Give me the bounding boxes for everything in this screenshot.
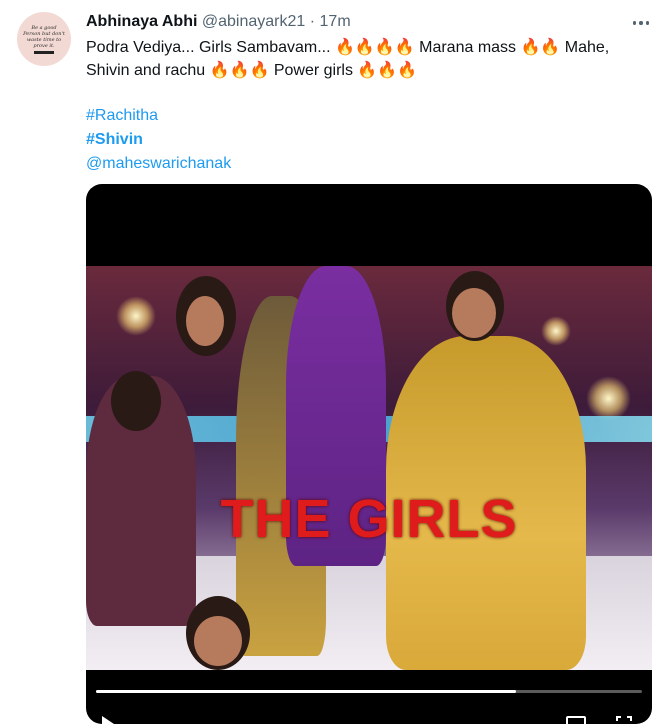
author-name[interactable]: Abhinaya Abhi	[86, 13, 197, 30]
hashtag-link-rachitha[interactable]: #Rachitha	[86, 104, 231, 128]
person-head	[111, 371, 161, 431]
video-frame[interactable]: THE GIRLS	[86, 266, 652, 670]
stage-light	[586, 376, 631, 421]
stage-light	[541, 316, 571, 346]
tweet-links: #Rachitha #Shivin @maheswarichanak	[86, 104, 231, 176]
more-options-icon[interactable]	[628, 14, 654, 32]
video-controls	[86, 704, 652, 724]
tweet-text-line: Podra Vediya... Girls Sambavam... 🔥🔥🔥🔥 M…	[86, 39, 610, 56]
separator-dot: ·	[309, 13, 316, 30]
stage-light	[116, 296, 156, 336]
tweet-time[interactable]: 17m	[320, 13, 351, 30]
video-progress-bar[interactable]	[96, 690, 642, 693]
hashtag-link-shivin[interactable]: #Shivin	[86, 128, 231, 152]
play-icon[interactable]	[102, 716, 114, 724]
mention-link[interactable]: @maheswarichanak	[86, 152, 231, 176]
person-face	[452, 288, 496, 338]
person-face	[186, 296, 224, 346]
avatar-decoration	[34, 50, 54, 54]
avatar[interactable]: Be a good Person but don't waste time to…	[17, 12, 71, 66]
avatar-quote: Be a good Person but don't waste time to…	[23, 24, 65, 49]
tweet[interactable]: Be a good Person but don't waste time to…	[0, 0, 670, 724]
video-player[interactable]: THE GIRLS	[86, 184, 652, 724]
video-caption: THE GIRLS	[220, 489, 518, 549]
tweet-text: Podra Vediya... Girls Sambavam... 🔥🔥🔥🔥 M…	[86, 36, 656, 82]
tweet-text-line: Shivin and rachu 🔥🔥🔥 Power girls 🔥🔥🔥	[86, 62, 418, 79]
tweet-header: Abhinaya Abhi @abinayark21 · 17m	[86, 12, 351, 32]
person-face	[194, 616, 242, 666]
fullscreen-icon[interactable]	[616, 716, 632, 724]
captions-icon[interactable]	[566, 716, 586, 724]
video-progress-fill	[96, 690, 517, 693]
author-handle[interactable]: @abinayark21	[202, 13, 305, 30]
